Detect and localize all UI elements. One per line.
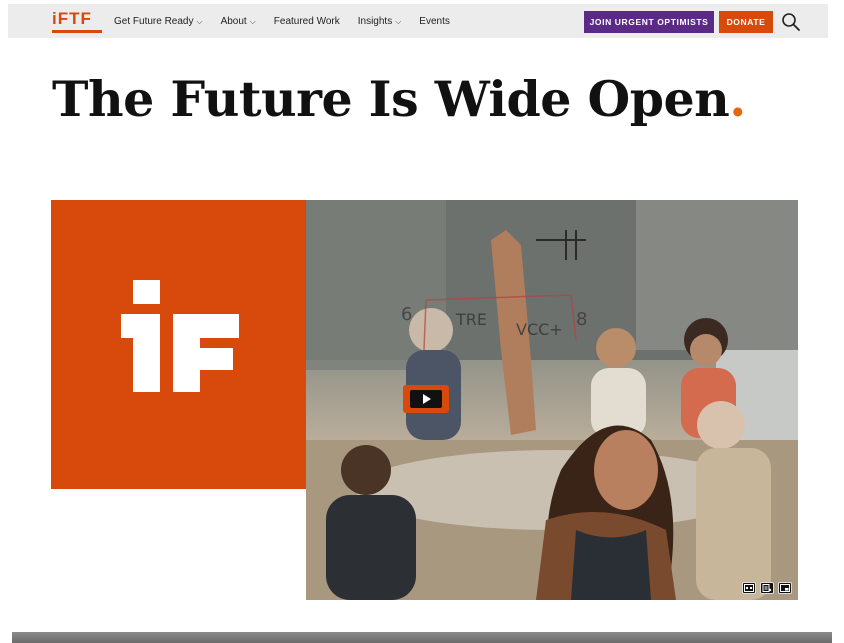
search-icon[interactable] [781, 12, 801, 32]
transcript-icon[interactable] [760, 582, 774, 594]
nav-menu: Get Future Ready ⌵ About ⌵ Featured Work… [114, 4, 468, 38]
picture-in-picture-icon[interactable] [778, 582, 792, 594]
chevron-down-icon: ⌵ [395, 17, 402, 26]
bottom-bar [12, 632, 832, 643]
join-urgent-optimists-button[interactable]: JOIN URGENT OPTIMISTS [584, 11, 714, 33]
play-button[interactable] [403, 385, 449, 413]
hero-video[interactable]: TRE VCC+ 8 6 [306, 200, 798, 600]
nav-item-insights[interactable]: Insights ⌵ [358, 16, 402, 27]
brand-block [51, 200, 306, 489]
nav-item-label: Events [419, 15, 450, 27]
if-logo-icon [121, 280, 239, 392]
play-triangle [423, 394, 431, 404]
chevron-down-icon: ⌵ [249, 17, 256, 26]
closed-captions-icon[interactable] [742, 582, 756, 594]
svg-text:8: 8 [576, 309, 587, 330]
svg-text:TRE: TRE [455, 310, 487, 329]
logo-underline [52, 30, 102, 33]
nav-item-label: Insights [357, 15, 393, 27]
nav-item-label: Get Future Ready [114, 15, 194, 27]
nav-item-events[interactable]: Events [419, 16, 450, 27]
play-icon [410, 390, 442, 408]
nav-item-featured-work[interactable]: Featured Work [274, 16, 340, 27]
nav-item-label: Featured Work [273, 15, 340, 27]
iftf-logo[interactable]: iFTF [52, 10, 104, 34]
video-thumbnail: TRE VCC+ 8 6 [306, 200, 798, 600]
logo-text: iFTF [52, 9, 92, 28]
nav-item-get-future-ready[interactable]: Get Future Ready ⌵ [114, 16, 203, 27]
nav-item-label: About [220, 15, 247, 27]
donate-button[interactable]: DONATE [719, 11, 773, 33]
page-title: The Future Is Wide Open. [52, 70, 746, 128]
svg-text:VCC+: VCC+ [516, 320, 563, 339]
chevron-down-icon: ⌵ [196, 17, 203, 26]
headline-text: The Future Is Wide Open [52, 70, 730, 128]
svg-text:6: 6 [401, 304, 412, 325]
nav-item-about[interactable]: About ⌵ [221, 16, 256, 27]
top-navigation: iFTF Get Future Ready ⌵ About ⌵ Featured… [8, 4, 828, 38]
video-controls [742, 582, 792, 594]
headline-dot: . [729, 70, 746, 128]
